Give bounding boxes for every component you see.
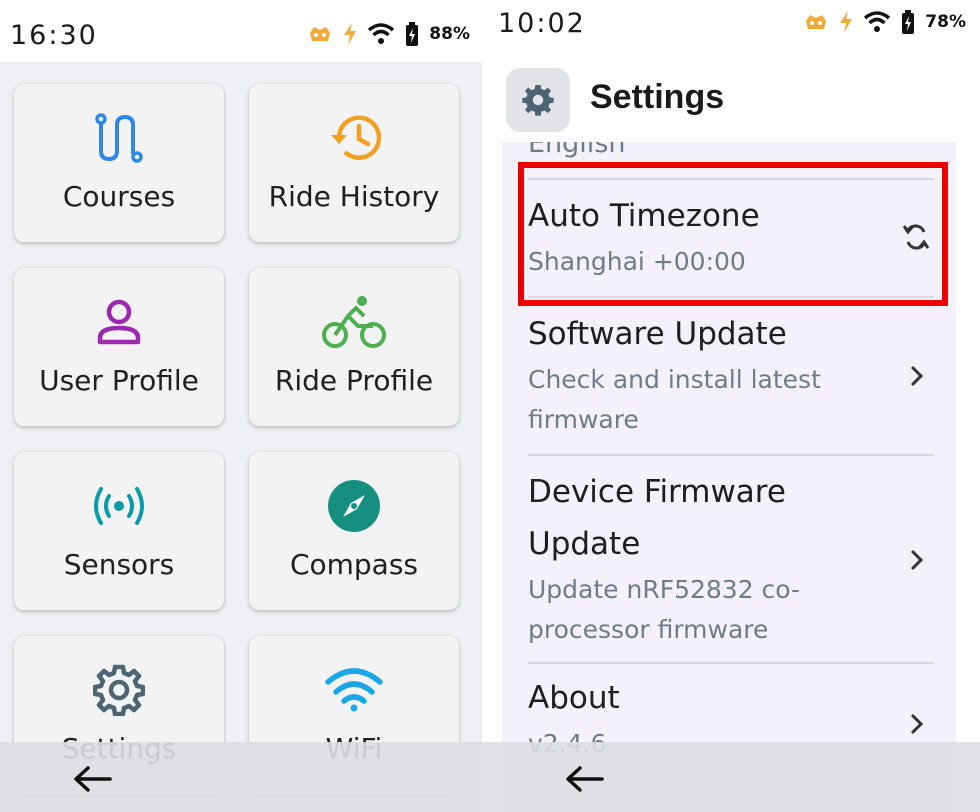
tile-sensors[interactable]: Sensors bbox=[14, 452, 224, 610]
sensors-icon bbox=[94, 487, 144, 525]
list-item-title: About bbox=[528, 680, 620, 716]
tile-user-profile[interactable]: User Profile bbox=[14, 268, 224, 426]
chevron-right-icon bbox=[910, 549, 924, 571]
list-item-subtitle: Update nRF52832 co- bbox=[528, 575, 801, 604]
gear-icon bbox=[93, 664, 145, 716]
tile-ride-history[interactable]: Ride History bbox=[249, 84, 459, 242]
left-screen: 16:30 88% Courses Ride History User Prof… bbox=[0, 0, 482, 812]
chevron-right-icon bbox=[910, 365, 924, 387]
wifi-signal-icon bbox=[368, 23, 395, 44]
charging-bolt-icon bbox=[840, 11, 853, 33]
compass-icon bbox=[328, 480, 380, 532]
list-item-device-firmware-update[interactable]: Device Firmware Update Update nRF52832 c… bbox=[528, 454, 934, 662]
list-item-subtitle: processor firmware bbox=[528, 615, 769, 644]
status-icons: 88% bbox=[307, 22, 470, 46]
status-time: 16:30 bbox=[10, 20, 98, 51]
tile-ride-profile[interactable]: Ride Profile bbox=[249, 268, 459, 426]
battery-percent: 88% bbox=[429, 24, 470, 44]
tile-courses[interactable]: Courses bbox=[14, 84, 224, 242]
route-icon bbox=[95, 113, 143, 163]
tile-label: Sensors bbox=[63, 548, 175, 581]
list-item-title: Device Firmware bbox=[528, 474, 786, 510]
battery-percent: 78% bbox=[925, 12, 966, 32]
battery-icon bbox=[902, 10, 915, 34]
status-bar: 10:02 78% bbox=[482, 0, 980, 62]
tile-label: User Profile bbox=[39, 364, 199, 397]
tile-compass[interactable]: Compass bbox=[249, 452, 459, 610]
page-title: Settings bbox=[590, 78, 725, 116]
tile-label: Ride Profile bbox=[274, 364, 434, 397]
bottom-nav-bar bbox=[0, 742, 482, 812]
list-item-subtitle: Check and install latest bbox=[528, 365, 821, 394]
tile-label: Compass bbox=[289, 548, 419, 581]
charging-bolt-icon bbox=[344, 23, 357, 45]
wifi-signal-icon bbox=[864, 11, 891, 32]
bottom-nav-bar bbox=[482, 742, 980, 812]
app-notification-icon bbox=[806, 15, 827, 29]
list-item-title: Update bbox=[528, 526, 641, 562]
wifi-icon bbox=[325, 668, 383, 712]
tile-label: Courses bbox=[62, 180, 176, 213]
gear-icon bbox=[522, 84, 554, 116]
status-bar: 16:30 88% bbox=[0, 0, 482, 62]
status-time: 10:02 bbox=[498, 8, 586, 39]
right-screen: 10:02 78% Settings English Auto Timezone… bbox=[482, 0, 980, 812]
bicycle-icon bbox=[322, 296, 386, 348]
person-icon bbox=[97, 299, 141, 345]
settings-header-icon bbox=[506, 68, 570, 132]
chevron-right-icon bbox=[910, 713, 924, 735]
list-item-software-update[interactable]: Software Update Check and install latest… bbox=[528, 296, 934, 454]
battery-icon bbox=[406, 22, 419, 46]
status-icons: 78% bbox=[803, 10, 966, 34]
tile-label: Ride History bbox=[268, 180, 440, 213]
list-item-title: Software Update bbox=[528, 316, 787, 352]
list-item-language[interactable]: English bbox=[528, 142, 934, 164]
app-notification-icon bbox=[310, 27, 331, 41]
history-icon bbox=[331, 115, 381, 160]
highlight-box bbox=[518, 162, 948, 306]
back-arrow-icon[interactable] bbox=[564, 764, 604, 794]
back-arrow-icon[interactable] bbox=[72, 764, 112, 794]
list-item-subtitle: firmware bbox=[528, 405, 639, 434]
list-item-subtitle: English bbox=[528, 142, 626, 159]
